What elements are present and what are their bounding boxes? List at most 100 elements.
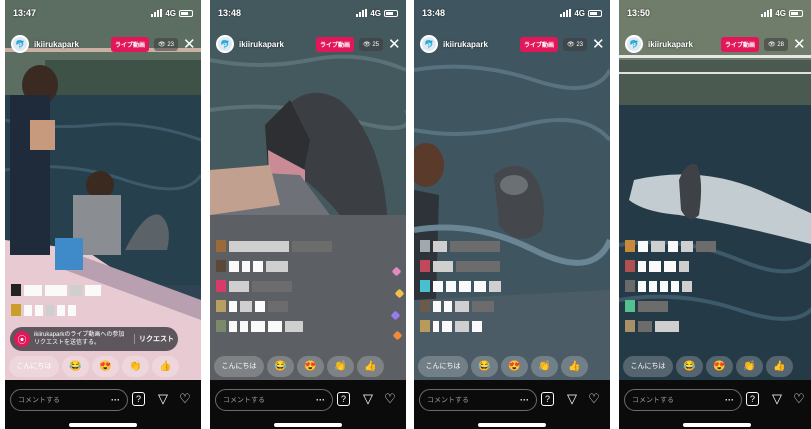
paper-plane-icon[interactable]: ▽ bbox=[564, 391, 580, 407]
reaction-laugh[interactable]: 😂 bbox=[676, 355, 703, 377]
dolphin-logo-icon[interactable]: 🐬 bbox=[216, 35, 234, 53]
reaction-laugh[interactable]: 😂 bbox=[471, 355, 498, 377]
question-icon[interactable]: ? bbox=[337, 392, 350, 406]
reaction-thumbs-up[interactable]: 👍 bbox=[152, 355, 179, 377]
close-icon[interactable]: ✕ bbox=[388, 37, 401, 52]
network-label: 4G bbox=[775, 8, 786, 18]
username[interactable]: ikiirukapark bbox=[239, 40, 311, 49]
close-icon[interactable]: ✕ bbox=[592, 37, 605, 52]
dolphin-logo-icon[interactable]: 🐬 bbox=[11, 35, 29, 53]
viewer-count-badge[interactable]: 👁 28 bbox=[764, 37, 788, 51]
pixelated-comment bbox=[292, 240, 332, 252]
close-icon[interactable]: ✕ bbox=[183, 37, 196, 52]
reaction-heart-eyes[interactable]: 😍 bbox=[501, 355, 528, 377]
paper-plane-icon[interactable]: ▽ bbox=[769, 391, 785, 407]
live-header: 🐬 ikiirukapark ライブ動画 👁 23 ✕ bbox=[414, 32, 610, 56]
reaction-clap[interactable]: 👏 bbox=[531, 355, 558, 377]
reaction-heart-eyes[interactable]: 😍 bbox=[297, 355, 324, 377]
comment-avatar bbox=[625, 320, 635, 332]
question-icon[interactable]: ? bbox=[541, 392, 554, 406]
comment-row bbox=[216, 240, 366, 252]
heart-icon[interactable]: ♡ bbox=[382, 391, 398, 407]
dolphin-logo-icon[interactable]: 🐬 bbox=[420, 35, 438, 53]
status-bar: 13:50 4G bbox=[619, 0, 811, 26]
screenshot-strip: 13:47 4G 🐬 ikiirukapark ライブ動画 👁 23 ✕ ⦿ i… bbox=[0, 0, 811, 429]
reaction-thumbs-up[interactable]: 👍 bbox=[357, 355, 384, 377]
quick-reactions: こんにちは 😂 😍 👏 👍 bbox=[9, 355, 179, 377]
viewer-count-badge[interactable]: 👁 23 bbox=[154, 37, 178, 51]
more-options-icon[interactable]: ··· bbox=[316, 395, 325, 405]
comment-input[interactable]: コメントする ··· bbox=[419, 389, 537, 411]
live-badge: ライブ動画 bbox=[520, 36, 559, 52]
status-time: 13:48 bbox=[218, 8, 242, 18]
viewer-count-badge[interactable]: 👁 23 bbox=[563, 37, 587, 51]
comment-input[interactable]: コメントする ··· bbox=[215, 389, 333, 411]
pixelated-comment bbox=[638, 260, 646, 272]
comment-avatar bbox=[625, 280, 635, 292]
close-icon[interactable]: ✕ bbox=[793, 37, 806, 52]
comment-row bbox=[420, 260, 570, 272]
comment-row bbox=[625, 300, 775, 312]
viewer-count-badge[interactable]: 👁 25 bbox=[359, 37, 383, 51]
quick-reply-greeting[interactable]: こんにちは bbox=[9, 355, 59, 377]
phone-screen-4: 13:50 4G 🐬 ikiirukapark ライブ動画 👁 28 ✕ こんに… bbox=[619, 0, 811, 429]
reaction-clap[interactable]: 👏 bbox=[327, 355, 354, 377]
viewer-count: 25 bbox=[372, 41, 379, 48]
reaction-laugh[interactable]: 😂 bbox=[62, 355, 89, 377]
comment-avatar bbox=[216, 300, 226, 312]
comment-feed bbox=[11, 284, 141, 324]
reaction-heart-eyes[interactable]: 😍 bbox=[706, 355, 733, 377]
pixelated-comment bbox=[681, 240, 693, 252]
pixelated-comment bbox=[459, 280, 471, 292]
viewer-count: 28 bbox=[777, 41, 784, 48]
pixelated-comment bbox=[266, 260, 288, 272]
comment-input[interactable]: コメントする ··· bbox=[10, 389, 128, 411]
pixelated-comment bbox=[660, 280, 668, 292]
reaction-heart-eyes[interactable]: 😍 bbox=[92, 355, 119, 377]
username[interactable]: ikiirukapark bbox=[34, 40, 106, 49]
reaction-laugh[interactable]: 😂 bbox=[267, 355, 294, 377]
pixelated-comment bbox=[255, 300, 265, 312]
more-options-icon[interactable]: ··· bbox=[725, 395, 734, 405]
live-header: 🐬 ikiirukapark ライブ動画 👁 23 ✕ bbox=[5, 32, 201, 56]
question-icon[interactable]: ? bbox=[132, 392, 145, 406]
pixelated-comment bbox=[472, 320, 482, 332]
username[interactable]: ikiirukapark bbox=[648, 40, 716, 49]
username[interactable]: ikiirukapark bbox=[443, 40, 515, 49]
signal-icon bbox=[151, 9, 163, 17]
home-indicator bbox=[274, 423, 342, 427]
comment-row bbox=[216, 280, 366, 292]
quick-reply-greeting[interactable]: こんにちは bbox=[214, 355, 264, 377]
paper-plane-icon[interactable]: ▽ bbox=[155, 391, 171, 407]
pixelated-comment bbox=[242, 260, 250, 272]
comment-input[interactable]: コメントする ··· bbox=[624, 389, 742, 411]
heart-icon[interactable]: ♡ bbox=[791, 391, 807, 407]
heart-icon[interactable]: ♡ bbox=[586, 391, 602, 407]
request-button[interactable]: リクエスト bbox=[134, 334, 174, 344]
reaction-clap[interactable]: 👏 bbox=[736, 355, 763, 377]
battery-icon bbox=[179, 9, 193, 17]
more-options-icon[interactable]: ··· bbox=[111, 395, 120, 405]
comment-bar: コメントする ··· ? ▽ ♡ bbox=[5, 380, 201, 429]
reaction-clap[interactable]: 👏 bbox=[122, 355, 149, 377]
comment-row bbox=[420, 320, 570, 332]
phone-screen-2: 13:48 4G 🐬 ikiirukapark ライブ動画 👁 25 ✕ こんに… bbox=[210, 0, 406, 429]
question-icon[interactable]: ? bbox=[746, 392, 759, 406]
live-badge: ライブ動画 bbox=[721, 36, 760, 52]
pixelated-comment bbox=[474, 280, 486, 292]
paper-plane-icon[interactable]: ▽ bbox=[360, 391, 376, 407]
quick-reply-greeting[interactable]: こんにちは bbox=[418, 355, 468, 377]
signal-icon bbox=[560, 9, 572, 17]
pixelated-comment bbox=[252, 280, 292, 292]
reaction-thumbs-up[interactable]: 👍 bbox=[766, 355, 793, 377]
pixelated-comment bbox=[45, 284, 67, 296]
comment-row bbox=[420, 240, 570, 252]
dolphin-logo-icon[interactable]: 🐬 bbox=[625, 35, 643, 53]
more-options-icon[interactable]: ··· bbox=[520, 395, 529, 405]
live-badge: ライブ動画 bbox=[316, 36, 355, 52]
quick-reply-greeting[interactable]: こんにちは bbox=[623, 355, 673, 377]
pixelated-comment bbox=[651, 240, 665, 252]
reaction-thumbs-up[interactable]: 👍 bbox=[561, 355, 588, 377]
heart-icon[interactable]: ♡ bbox=[177, 391, 193, 407]
status-indicators: 4G bbox=[560, 9, 602, 18]
